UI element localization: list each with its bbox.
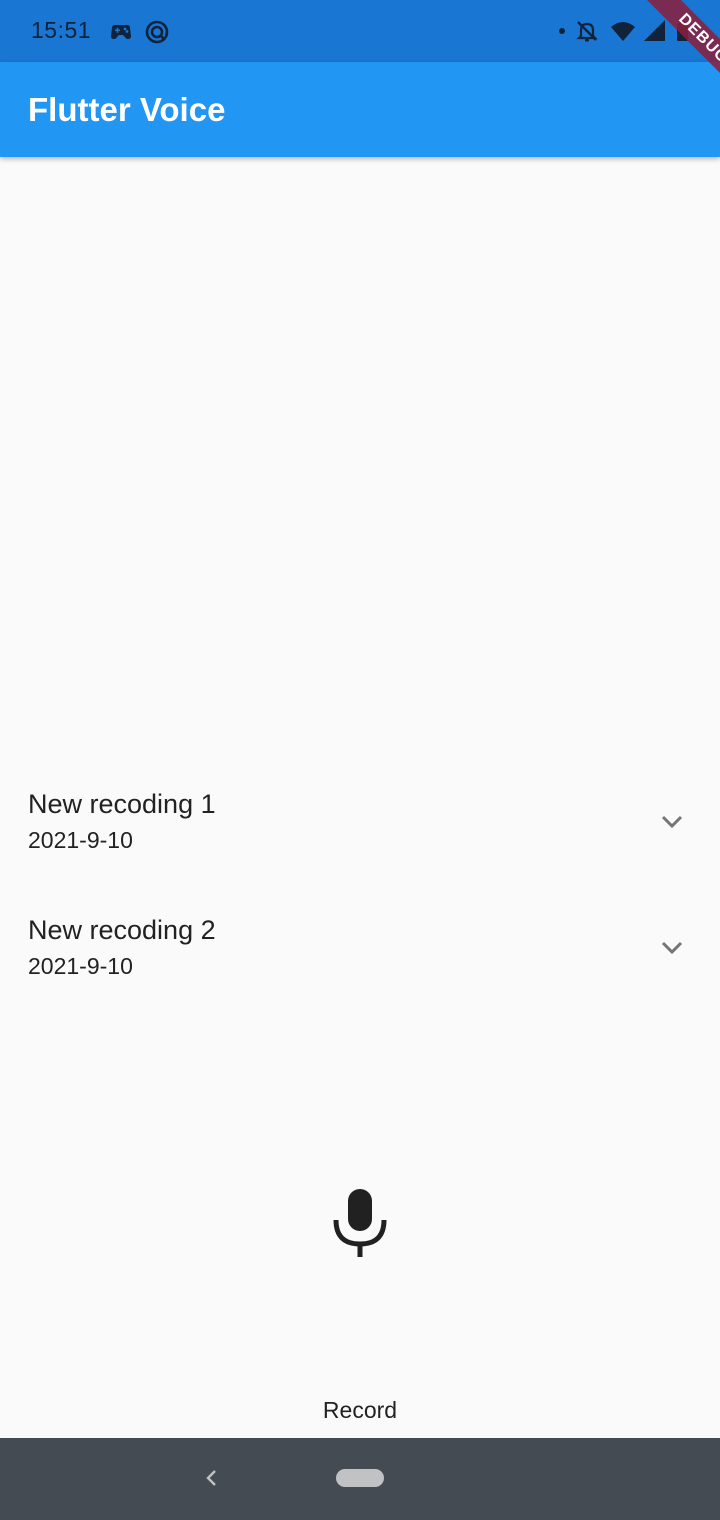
chevron-down-icon[interactable] [656,932,688,964]
recording-item-2[interactable]: New recoding 2 2021-9-10 [0,915,720,1025]
status-bar: 15:51 [0,0,720,62]
home-pill-icon[interactable] [336,1469,384,1487]
status-time: 15:51 [31,17,92,43]
sync-icon [144,19,170,45]
recording-title: New recoding 1 [28,789,216,819]
app-title: Flutter Voice [28,91,226,128]
wifi-icon [610,18,636,44]
chevron-down-icon[interactable] [656,806,688,838]
record-label: Record [322,1397,398,1423]
signal-icon [642,18,668,44]
bell-off-icon [574,18,600,44]
battery-icon [672,18,698,44]
app-bar: Flutter Voice [0,62,720,157]
mic-icon [333,1189,387,1257]
recording-item-1[interactable]: New recoding 1 2021-9-10 [0,789,720,899]
recording-date: 2021-9-10 [28,827,133,853]
gamepad-icon [108,19,134,45]
recording-date: 2021-9-10 [28,953,133,979]
back-icon[interactable] [200,1466,224,1490]
system-nav-bar [0,1438,720,1520]
record-button[interactable] [322,1180,398,1266]
recording-title: New recoding 2 [28,915,216,945]
